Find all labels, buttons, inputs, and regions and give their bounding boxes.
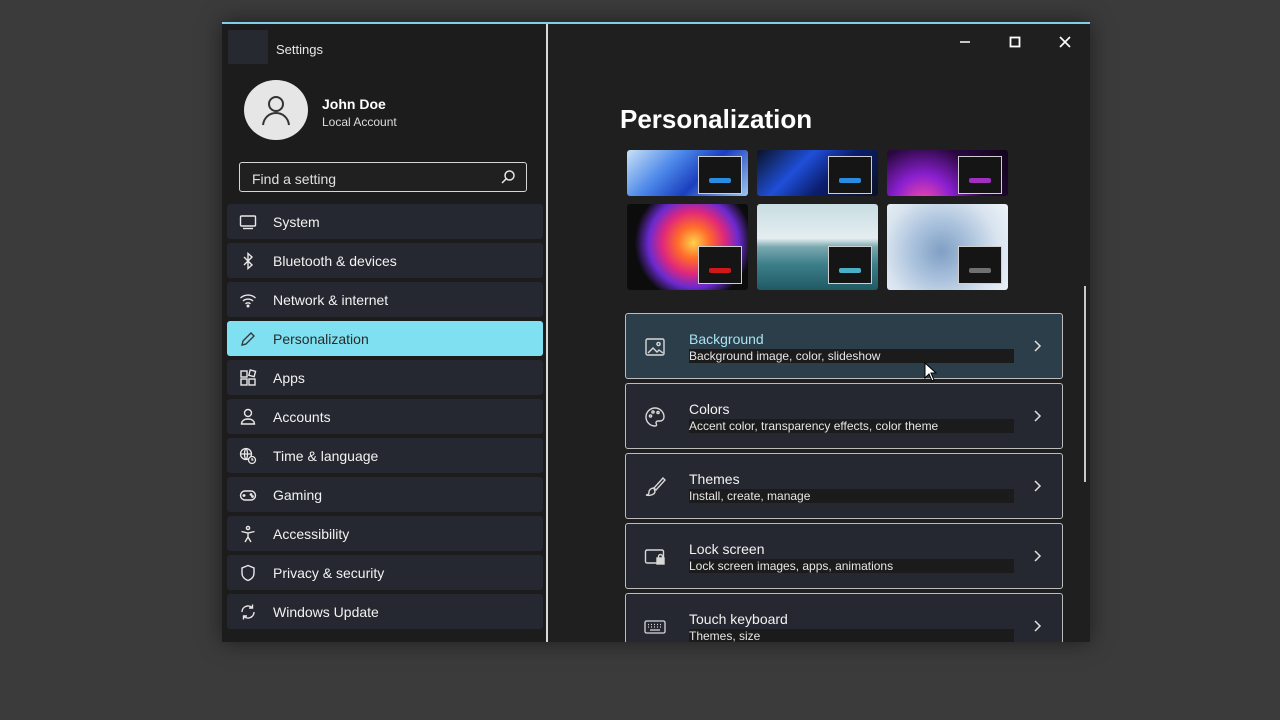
theme-accent-preview xyxy=(828,156,872,194)
sidebar-item-privacy-security[interactable]: Privacy & security xyxy=(227,555,543,590)
sidebar-item-label: System xyxy=(273,213,320,230)
card-subtitle: Install, create, manage xyxy=(689,489,1014,503)
person-avatar-icon xyxy=(262,96,290,126)
sidebar: Settings John Doe Local Account Find a s… xyxy=(222,24,548,642)
keyboard-icon xyxy=(644,620,666,634)
mouse-cursor-icon xyxy=(924,362,938,382)
sidebar-item-bluetooth-devices[interactable]: Bluetooth & devices xyxy=(227,243,543,278)
pen-icon xyxy=(227,330,273,348)
theme-thumbnail[interactable] xyxy=(627,150,748,196)
sidebar-item-accounts[interactable]: Accounts xyxy=(227,399,543,434)
profile-account-type: Local Account xyxy=(322,115,397,129)
sidebar-item-accessibility[interactable]: Accessibility xyxy=(227,516,543,551)
apps-icon xyxy=(227,368,273,387)
sidebar-item-windows-update[interactable]: Windows Update xyxy=(227,594,543,629)
card-subtitle: Accent color, transparency effects, colo… xyxy=(689,419,1014,433)
maximize-button[interactable] xyxy=(1001,32,1029,52)
bluetooth-icon xyxy=(227,251,273,270)
card-title: Background xyxy=(689,331,764,347)
sidebar-item-system[interactable]: System xyxy=(227,204,543,239)
sidebar-item-label: Accessibility xyxy=(273,525,350,542)
monitor-icon xyxy=(227,213,273,231)
avatar[interactable] xyxy=(244,80,308,140)
minimize-icon xyxy=(960,41,970,43)
sidebar-item-label: Privacy & security xyxy=(273,564,385,581)
chevron-right-icon xyxy=(1034,620,1042,632)
sidebar-item-label: Accounts xyxy=(273,408,331,425)
palette-icon xyxy=(645,407,665,427)
touch-keyboard-card[interactable]: Touch keyboard Themes, size xyxy=(625,593,1063,642)
chevron-right-icon xyxy=(1034,480,1042,492)
shield-icon xyxy=(227,564,273,582)
card-title: Themes xyxy=(689,471,740,487)
sidebar-item-label: Network & internet xyxy=(273,291,389,308)
wifi-icon xyxy=(227,291,273,309)
search-box[interactable] xyxy=(239,162,527,192)
globe-clock-icon xyxy=(227,447,273,465)
sidebar-nav: System Bluetooth & devices Network & int… xyxy=(227,204,543,633)
page-title: Personalization xyxy=(620,104,813,134)
sync-icon xyxy=(227,603,273,621)
sidebar-item-gaming[interactable]: Gaming xyxy=(227,477,543,512)
sidebar-item-label: Windows Update xyxy=(273,603,379,620)
sidebar-item-apps[interactable]: Apps xyxy=(227,360,543,395)
lock-screen-icon xyxy=(644,549,665,565)
theme-accent-preview xyxy=(958,156,1002,194)
sidebar-item-label: Gaming xyxy=(273,486,323,503)
scrollbar[interactable] xyxy=(1084,286,1086,482)
brush-icon xyxy=(645,476,666,497)
accessibility-icon xyxy=(227,525,273,543)
sidebar-item-network-internet[interactable]: Network & internet xyxy=(227,282,543,317)
minimize-button[interactable] xyxy=(951,32,979,52)
user-profile[interactable]: John Doe Local Account xyxy=(244,80,534,140)
card-subtitle: Themes, size xyxy=(689,629,1014,642)
background-card[interactable]: Background Background image, color, slid… xyxy=(625,313,1063,379)
theme-thumbnail[interactable] xyxy=(887,204,1008,290)
card-subtitle: Background image, color, slideshow xyxy=(689,349,1014,363)
chevron-right-icon xyxy=(1034,550,1042,562)
profile-name: John Doe xyxy=(322,96,386,112)
image-icon xyxy=(645,338,665,356)
chevron-right-icon xyxy=(1034,410,1042,422)
chevron-right-icon xyxy=(1034,340,1042,352)
card-title: Lock screen xyxy=(689,541,765,557)
maximize-icon xyxy=(1009,36,1021,48)
sidebar-item-label: Apps xyxy=(273,369,305,386)
app-title: Settings xyxy=(276,42,323,57)
theme-accent-preview xyxy=(828,246,872,284)
search-input[interactable] xyxy=(250,168,504,190)
sidebar-item-time-language[interactable]: Time & language xyxy=(227,438,543,473)
theme-thumbnail[interactable] xyxy=(887,150,1008,196)
card-title: Touch keyboard xyxy=(689,611,788,627)
settings-app-icon xyxy=(228,30,268,64)
gamepad-icon xyxy=(227,486,273,504)
sidebar-item-label: Bluetooth & devices xyxy=(273,252,397,269)
theme-accent-preview xyxy=(698,156,742,194)
theme-thumbnail[interactable] xyxy=(757,204,878,290)
sidebar-item-personalization[interactable]: Personalization xyxy=(227,321,543,356)
close-button[interactable] xyxy=(1051,32,1079,52)
sidebar-item-label: Time & language xyxy=(273,447,379,464)
theme-accent-preview xyxy=(698,246,742,284)
settings-window: Settings John Doe Local Account Find a s… xyxy=(222,22,1090,642)
sidebar-item-label: Personalization xyxy=(273,330,369,347)
search-icon[interactable] xyxy=(500,169,516,185)
title-bar: Settings xyxy=(222,24,546,68)
close-icon xyxy=(1059,36,1071,48)
person-icon xyxy=(227,408,273,426)
colors-card[interactable]: Colors Accent color, transparency effect… xyxy=(625,383,1063,449)
theme-thumbnail[interactable] xyxy=(627,204,748,290)
lock-screen-card[interactable]: Lock screen Lock screen images, apps, an… xyxy=(625,523,1063,589)
card-subtitle: Lock screen images, apps, animations xyxy=(689,559,1014,573)
card-title: Colors xyxy=(689,401,730,417)
theme-accent-preview xyxy=(958,246,1002,284)
theme-thumbnail[interactable] xyxy=(757,150,878,196)
themes-card[interactable]: Themes Install, create, manage xyxy=(625,453,1063,519)
main-content: Personalization Background Background im… xyxy=(548,24,1090,642)
